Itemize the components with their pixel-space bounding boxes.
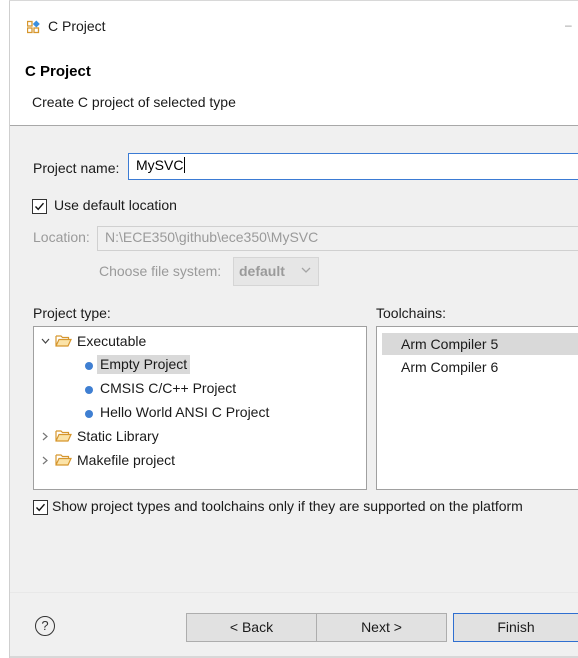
tree-item-hello-world[interactable]: Hello World ANSI C Project	[34, 404, 364, 426]
chevron-down-icon[interactable]	[41, 338, 50, 345]
project-template-icon	[85, 410, 93, 418]
project-name-value: MySVC	[136, 157, 184, 173]
tree-item-cmsis-project[interactable]: CMSIS C/C++ Project	[34, 380, 364, 402]
text-caret	[184, 157, 186, 173]
project-template-icon	[85, 386, 93, 394]
project-type-tree[interactable]: Executable Empty Project CMSIS C/C++ Pro…	[33, 326, 367, 490]
tree-item-makefile-project[interactable]: Makefile project	[34, 452, 364, 474]
folder-icon	[55, 430, 72, 442]
tree-item-label: Empty Project	[97, 355, 191, 374]
project-template-icon	[85, 362, 93, 370]
help-button[interactable]: ?	[35, 616, 55, 636]
window-title: C Project	[48, 18, 106, 34]
file-system-value: default	[239, 263, 285, 279]
folder-icon	[55, 454, 72, 466]
project-name-input[interactable]: MySVC	[128, 153, 578, 180]
project-name-label: Project name:	[33, 160, 120, 176]
tree-item-label: Static Library	[77, 428, 159, 444]
new-project-icon	[27, 20, 40, 34]
tree-item-label: CMSIS C/C++ Project	[100, 380, 237, 396]
file-system-label: Choose file system:	[99, 263, 222, 279]
tree-item-executable[interactable]: Executable	[34, 333, 364, 355]
location-input: N:\ECE350\github\ece350\MySVC	[97, 226, 578, 251]
page-title: C Project	[25, 63, 91, 80]
chevron-down-icon	[301, 267, 311, 273]
tree-item-label: Hello World ANSI C Project	[100, 404, 270, 420]
tree-item-static-library[interactable]: Static Library	[34, 428, 364, 450]
file-system-select: default	[233, 257, 319, 286]
tree-item-label: Makefile project	[77, 452, 176, 468]
tree-item-empty-project[interactable]: Empty Project	[34, 355, 364, 378]
toolchain-item-arm-compiler-5[interactable]: Arm Compiler 5	[382, 333, 578, 355]
finish-button[interactable]: Finish	[453, 613, 578, 642]
chevron-right-icon[interactable]	[42, 432, 49, 441]
chevron-right-icon[interactable]	[42, 456, 49, 465]
checkmark-icon	[35, 503, 46, 512]
project-type-label: Project type:	[33, 305, 111, 321]
toolchains-label: Toolchains:	[376, 305, 447, 321]
page-subtitle: Create C project of selected type	[32, 94, 236, 110]
toolchains-list[interactable]: Arm Compiler 5 Arm Compiler 6	[376, 326, 578, 490]
minimize-icon[interactable]: –	[565, 18, 572, 32]
next-button[interactable]: Next >	[316, 613, 447, 642]
show-supported-only-label[interactable]: Show project types and toolchains only i…	[52, 498, 523, 514]
tree-item-label: Executable	[77, 333, 147, 349]
use-default-location-checkbox[interactable]	[32, 199, 47, 214]
use-default-location-label[interactable]: Use default location	[54, 197, 177, 213]
checkmark-icon	[34, 202, 45, 211]
show-supported-only-checkbox[interactable]	[33, 500, 48, 515]
footer-separator	[10, 592, 578, 593]
toolchain-item-arm-compiler-6[interactable]: Arm Compiler 6	[382, 356, 578, 378]
open-folder-icon	[55, 335, 72, 347]
location-label: Location:	[33, 229, 90, 245]
back-button[interactable]: < Back	[186, 613, 317, 642]
